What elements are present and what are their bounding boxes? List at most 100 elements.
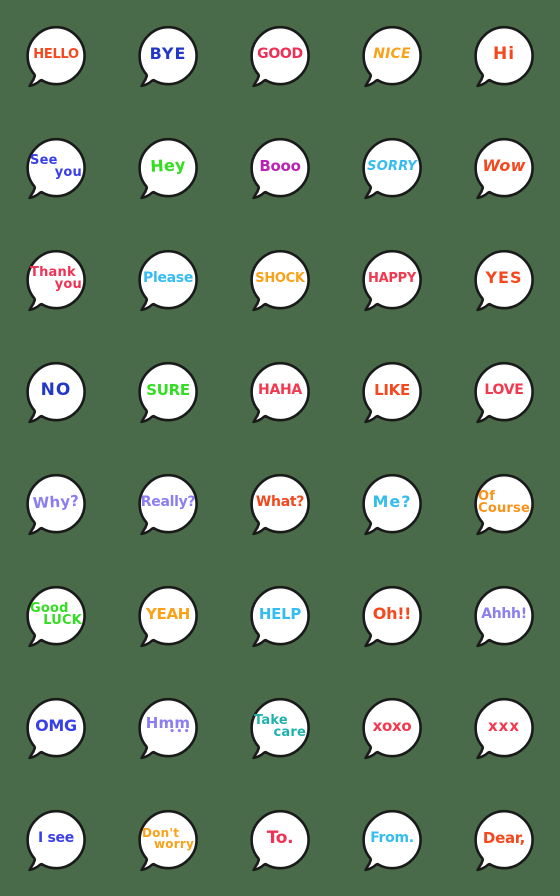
speech-bubble-shape-icon <box>474 25 534 88</box>
speech-bubble-i-see[interactable]: I see <box>24 808 88 872</box>
sticker-cell-please[interactable]: Please <box>112 224 224 336</box>
speech-bubble-nice[interactable]: NICE <box>360 24 424 88</box>
speech-bubble-take-care[interactable]: Take care <box>248 696 312 760</box>
speech-bubble-shape-icon <box>362 137 422 200</box>
speech-bubble-shape-icon <box>26 137 86 200</box>
speech-bubble-hello[interactable]: HELLO <box>24 24 88 88</box>
speech-bubble-omg[interactable]: OMG <box>24 696 88 760</box>
sticker-cell-hmm[interactable]: Hmm ••• <box>112 672 224 784</box>
speech-bubble-really[interactable]: Really? <box>136 472 200 536</box>
sticker-cell-from[interactable]: From. <box>336 784 448 896</box>
sticker-cell-wow[interactable]: Wow <box>448 112 560 224</box>
sticker-cell-really[interactable]: Really? <box>112 448 224 560</box>
speech-bubble-xoxo[interactable]: xoxo <box>360 696 424 760</box>
speech-bubble-shape-icon <box>26 585 86 648</box>
sticker-cell-love[interactable]: LOVE <box>448 336 560 448</box>
speech-bubble-love[interactable]: LOVE <box>472 360 536 424</box>
sticker-cell-thank-you[interactable]: Thank you <box>0 224 112 336</box>
speech-bubble-shape-icon <box>362 809 422 872</box>
sticker-cell-what[interactable]: What? <box>224 448 336 560</box>
speech-bubble-shape-icon <box>362 249 422 312</box>
speech-bubble-no[interactable]: NO <box>24 360 88 424</box>
sticker-cell-shock[interactable]: SHOCK <box>224 224 336 336</box>
speech-bubble-dear[interactable]: Dear, <box>472 808 536 872</box>
speech-bubble-shape-icon <box>474 697 534 760</box>
speech-bubble-shape-icon <box>138 361 198 424</box>
speech-bubble-see-you[interactable]: See you <box>24 136 88 200</box>
sticker-cell-booo[interactable]: Booo <box>224 112 336 224</box>
speech-bubble-wow[interactable]: Wow <box>472 136 536 200</box>
sticker-cell-sure[interactable]: SURE <box>112 336 224 448</box>
sticker-cell-sorry[interactable]: SORRY <box>336 112 448 224</box>
sticker-cell-haha[interactable]: HAHA <box>224 336 336 448</box>
speech-bubble-what[interactable]: What? <box>248 472 312 536</box>
speech-bubble-thank-you[interactable]: Thank you <box>24 248 88 312</box>
speech-bubble-good[interactable]: GOOD <box>248 24 312 88</box>
sticker-cell-of-course[interactable]: Of Course <box>448 448 560 560</box>
sticker-cell-ahhh[interactable]: Ahhh! <box>448 560 560 672</box>
speech-bubble-please[interactable]: Please <box>136 248 200 312</box>
sticker-cell-take-care[interactable]: Take care <box>224 672 336 784</box>
speech-bubble-help[interactable]: HELP <box>248 584 312 648</box>
speech-bubble-shape-icon <box>138 473 198 536</box>
speech-bubble-shape-icon <box>250 25 310 88</box>
sticker-grid: HELLO BYE GOOD NICE Hi See you Hey Booo SORRY Wow T… <box>0 0 560 896</box>
sticker-cell-bye[interactable]: BYE <box>112 0 224 112</box>
speech-bubble-good-luck[interactable]: Good LUCK <box>24 584 88 648</box>
speech-bubble-shock[interactable]: SHOCK <box>248 248 312 312</box>
sticker-cell-dear[interactable]: Dear, <box>448 784 560 896</box>
sticker-cell-happy[interactable]: HAPPY <box>336 224 448 336</box>
speech-bubble-from[interactable]: From. <box>360 808 424 872</box>
sticker-cell-no[interactable]: NO <box>0 336 112 448</box>
speech-bubble-of-course[interactable]: Of Course <box>472 472 536 536</box>
speech-bubble-happy[interactable]: HAPPY <box>360 248 424 312</box>
speech-bubble-to[interactable]: To. <box>248 808 312 872</box>
speech-bubble-shape-icon <box>474 809 534 872</box>
sticker-cell-i-see[interactable]: I see <box>0 784 112 896</box>
speech-bubble-shape-icon <box>138 697 198 760</box>
speech-bubble-ahhh[interactable]: Ahhh! <box>472 584 536 648</box>
speech-bubble-me[interactable]: Me? <box>360 472 424 536</box>
sticker-cell-xxx[interactable]: xxx <box>448 672 560 784</box>
speech-bubble-shape-icon <box>250 809 310 872</box>
speech-bubble-why[interactable]: Why? <box>24 472 88 536</box>
speech-bubble-oh[interactable]: Oh!! <box>360 584 424 648</box>
speech-bubble-xxx[interactable]: xxx <box>472 696 536 760</box>
speech-bubble-like[interactable]: LIKE <box>360 360 424 424</box>
speech-bubble-shape-icon <box>250 249 310 312</box>
sticker-cell-hello[interactable]: HELLO <box>0 0 112 112</box>
sticker-cell-yes[interactable]: YES <box>448 224 560 336</box>
speech-bubble-shape-icon <box>138 137 198 200</box>
speech-bubble-yes[interactable]: YES <box>472 248 536 312</box>
speech-bubble-shape-icon <box>474 361 534 424</box>
speech-bubble-yeah[interactable]: YEAH <box>136 584 200 648</box>
sticker-cell-hi[interactable]: Hi <box>448 0 560 112</box>
speech-bubble-hi[interactable]: Hi <box>472 24 536 88</box>
sticker-cell-like[interactable]: LIKE <box>336 336 448 448</box>
sticker-cell-see-you[interactable]: See you <box>0 112 112 224</box>
sticker-cell-good-luck[interactable]: Good LUCK <box>0 560 112 672</box>
sticker-cell-oh[interactable]: Oh!! <box>336 560 448 672</box>
speech-bubble-shape-icon <box>26 697 86 760</box>
speech-bubble-dont-worry[interactable]: Don't worry <box>136 808 200 872</box>
speech-bubble-shape-icon <box>138 809 198 872</box>
sticker-cell-dont-worry[interactable]: Don't worry <box>112 784 224 896</box>
speech-bubble-sure[interactable]: SURE <box>136 360 200 424</box>
sticker-cell-omg[interactable]: OMG <box>0 672 112 784</box>
speech-bubble-haha[interactable]: HAHA <box>248 360 312 424</box>
sticker-cell-hey[interactable]: Hey <box>112 112 224 224</box>
sticker-cell-why[interactable]: Why? <box>0 448 112 560</box>
speech-bubble-shape-icon <box>26 361 86 424</box>
sticker-cell-help[interactable]: HELP <box>224 560 336 672</box>
sticker-cell-good[interactable]: GOOD <box>224 0 336 112</box>
speech-bubble-booo[interactable]: Booo <box>248 136 312 200</box>
speech-bubble-hey[interactable]: Hey <box>136 136 200 200</box>
speech-bubble-hmm[interactable]: Hmm ••• <box>136 696 200 760</box>
sticker-cell-xoxo[interactable]: xoxo <box>336 672 448 784</box>
sticker-cell-yeah[interactable]: YEAH <box>112 560 224 672</box>
speech-bubble-bye[interactable]: BYE <box>136 24 200 88</box>
speech-bubble-sorry[interactable]: SORRY <box>360 136 424 200</box>
sticker-cell-me[interactable]: Me? <box>336 448 448 560</box>
sticker-cell-to[interactable]: To. <box>224 784 336 896</box>
sticker-cell-nice[interactable]: NICE <box>336 0 448 112</box>
